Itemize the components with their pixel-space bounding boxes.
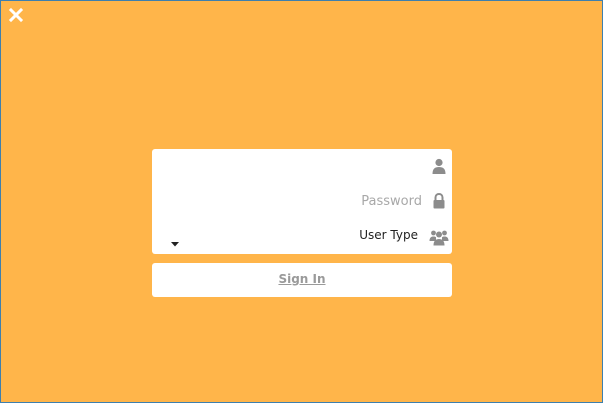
caret-down-icon[interactable] — [170, 233, 180, 247]
lock-icon — [430, 192, 448, 210]
password-input[interactable] — [162, 190, 424, 212]
user-type-value[interactable]: User Type — [359, 228, 418, 242]
user-type-select[interactable]: User Type — [152, 219, 452, 254]
sign-in-label: Sign In — [278, 272, 326, 286]
users-group-icon — [429, 227, 449, 247]
username-input[interactable] — [162, 155, 424, 177]
sign-in-button[interactable]: Sign In — [152, 263, 452, 297]
username-row — [152, 149, 452, 184]
user-icon — [430, 157, 448, 175]
login-panel: User Type — [152, 149, 452, 254]
close-button[interactable] — [8, 7, 24, 23]
login-window: User Type Sign In — [0, 0, 603, 403]
close-icon — [8, 7, 24, 23]
password-row — [152, 184, 452, 219]
